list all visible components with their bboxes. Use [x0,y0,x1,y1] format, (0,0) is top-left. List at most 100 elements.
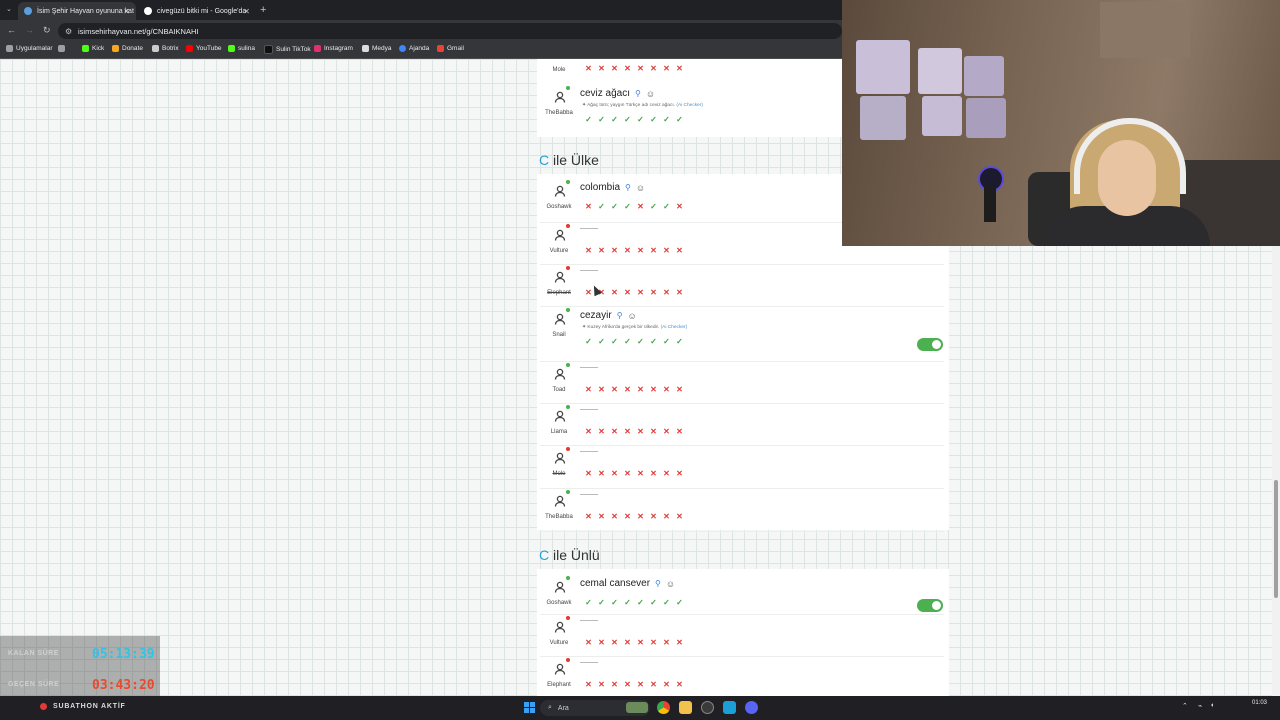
bookmark-apps[interactable]: Uygulamalar [6,45,53,52]
vote-check-icon: ✓ [637,337,644,346]
online-status-dot [566,490,570,494]
vote-check-icon: ✓ [598,337,605,346]
bookmark-tiktok[interactable]: Sulin TikTok [264,45,311,54]
url-input[interactable]: ⚙ isimsehirhayvan.net/g/CNBAIKNAHI [58,23,842,39]
bookmark-grid[interactable] [58,45,68,52]
bookmark-sulina[interactable]: sulina [228,45,255,52]
bookmark-gmail[interactable]: Gmail [437,45,464,52]
ai-checker-note: ✦ Kuzey Afrika'da gerçek bir ülkedir. (A… [582,325,687,330]
bookmark-ajanda[interactable]: Ajanda [399,45,429,52]
player-name: Llama [550,429,568,435]
volume-icon[interactable]: ◖ [1210,702,1214,709]
bookmark-label: Sulin TikTok [276,46,311,53]
vote-check-icon: ✓ [650,115,657,124]
vote-cross-icon: ✕ [676,246,683,255]
vote-check-icon: ✓ [676,337,683,346]
close-tab-icon[interactable]: ✕ [243,7,250,16]
search-icon[interactable]: ⚲ [655,579,661,588]
vote-cross-icon: ✕ [676,427,683,436]
avatar-icon [553,409,567,423]
avatar-icon [553,228,567,242]
taskbar-clock[interactable]: 01:03 [1252,699,1267,707]
vote-cross-icon: ✕ [585,680,592,689]
vote-check-icon: ✓ [585,598,592,607]
tab-title: İsim Şehir Hayvan oyununa kat [37,7,134,15]
windows-start-icon[interactable] [524,702,535,713]
tab-isim-sehir-hayvan[interactable]: İsim Şehir Hayvan oyununa kat ✕ [18,2,136,20]
bookmark-label: Medya [372,45,392,52]
empty-answer [580,494,598,495]
bookmark-donate[interactable]: Donate [112,45,143,52]
online-status-dot [566,308,570,312]
bookmark-label: Botrix [162,45,179,52]
vote-cross-icon: ✕ [663,427,670,436]
bookmark-medya[interactable]: Medya [362,45,392,52]
bookmark-kick[interactable]: Kick [82,45,104,52]
vote-cross-icon: ✕ [624,288,631,297]
elapsed-time: 03:43:20 [92,678,155,693]
player-name: Snail [552,332,566,338]
vote-cross-icon: ✕ [663,64,670,73]
site-info-icon[interactable]: ⚙ [65,27,72,36]
vote-list: ✕ ✕ ✕ ✕ ✕ ✕ ✕ ✕ [584,427,684,436]
search-icon[interactable]: ⚲ [617,311,623,320]
new-tab-icon[interactable]: + [260,4,266,16]
tab-google-search[interactable]: civegüzü bitki mi - Google'da ✕ [138,2,256,20]
live-dot-icon [40,703,47,710]
vote-cross-icon: ✕ [676,64,683,73]
vote-check-icon: ✓ [624,598,631,607]
donate-icon [112,45,119,52]
bookmark-label: YouTube [196,45,222,52]
forward-icon[interactable]: → [25,25,34,35]
search-icon[interactable]: ⚲ [625,183,631,192]
obs-icon[interactable] [701,701,714,714]
online-status-dot [566,405,570,409]
emoji-react-icon[interactable]: ☺ [628,311,637,321]
vote-cross-icon: ✕ [637,202,644,211]
file-explorer-icon[interactable] [679,701,692,714]
close-tab-icon[interactable]: ✕ [123,7,130,16]
vote-cross-icon: ✕ [650,385,657,394]
globe-icon [399,45,406,52]
vote-cross-icon: ✕ [663,638,670,647]
emoji-react-icon[interactable]: ☺ [666,579,675,589]
bookmark-youtube[interactable]: YouTube [186,45,222,52]
tray-chevron-icon[interactable]: ⌃ [1182,702,1188,710]
discord-icon[interactable] [745,701,758,714]
tab-search-icon[interactable]: ⌄ [6,5,12,13]
settings-app-icon[interactable] [723,701,736,714]
vote-cross-icon: ✕ [637,427,644,436]
approve-toggle[interactable] [917,599,943,612]
poster [918,48,962,94]
vote-cross-icon: ✕ [611,385,618,394]
vote-cross-icon: ✕ [585,246,592,255]
empty-answer [580,270,598,271]
tiktok-icon [264,45,273,54]
chrome-icon[interactable] [657,701,670,714]
bookmark-label: Gmail [447,45,464,52]
vote-cross-icon: ✕ [637,469,644,478]
vote-list: ✕ ✕ ✕ ✕ ✕ ✕ ✕ ✕ [584,385,684,394]
back-icon[interactable]: ← [7,25,16,35]
scrollbar-thumb[interactable] [1274,480,1278,598]
bookmark-instagram[interactable]: Instagram [314,45,353,52]
vote-cross-icon: ✕ [637,638,644,647]
emoji-react-icon[interactable]: ☺ [646,89,655,99]
vote-cross-icon: ✕ [611,638,618,647]
vote-cross-icon: ✕ [611,512,618,521]
emoji-react-icon[interactable]: ☺ [636,183,645,193]
url-text: isimsehirhayvan.net/g/CNBAIKNAHI [78,26,199,36]
search-icon: ⌕ [548,704,552,711]
vote-cross-icon: ✕ [637,246,644,255]
vote-cross-icon: ✕ [624,638,631,647]
vote-check-icon: ✓ [650,337,657,346]
vote-cross-icon: ✕ [650,512,657,521]
search-icon[interactable]: ⚲ [635,89,641,98]
network-icon[interactable]: ⌁ [1198,702,1202,710]
bookmark-botrix[interactable]: Botrix [152,45,179,52]
hint-icon: ✦ [582,325,587,330]
search-highlight-icon[interactable] [626,702,648,713]
reload-icon[interactable]: ↻ [43,25,51,36]
answer-row: Goshawk cemal cansever ⚲ ☺ ✓ ✓ ✓ ✓ ✓ ✓ ✓ ✓ [540,574,944,615]
approve-toggle[interactable] [917,338,943,351]
